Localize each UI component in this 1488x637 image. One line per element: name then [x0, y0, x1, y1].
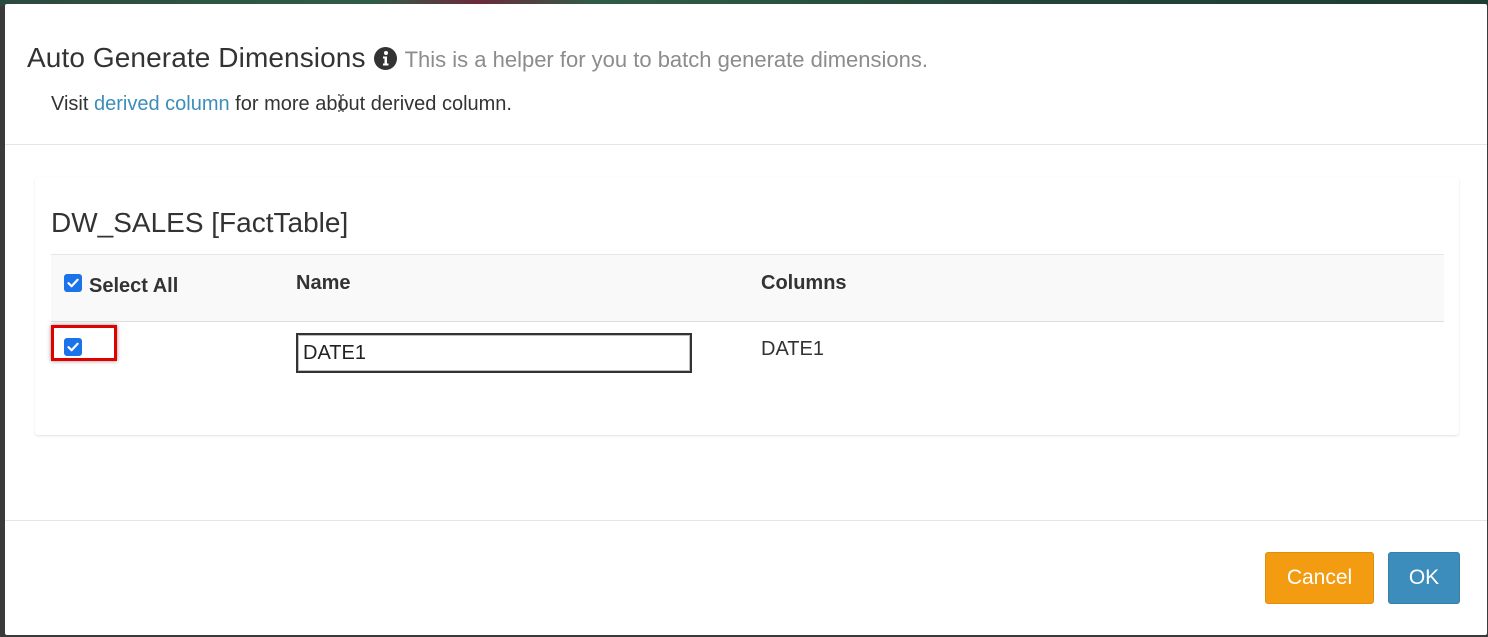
text-cursor-icon: [338, 94, 344, 112]
highlight-box: [51, 325, 117, 361]
help-text-suffix: for more about derived column.: [235, 93, 512, 115]
help-text: Visit derived column for more about deri…: [51, 93, 512, 116]
check-icon: [67, 342, 79, 352]
row-select-checkbox[interactable]: [64, 338, 82, 356]
table-row: DATE1: [51, 321, 1444, 381]
select-all-checkbox[interactable]: [64, 274, 82, 292]
derived-column-link[interactable]: derived column: [94, 93, 230, 115]
help-text-prefix: Visit: [51, 93, 89, 115]
fact-table-box: DW_SALES [FactTable] Select All Name Col…: [35, 177, 1459, 435]
dialog-footer: Cancel OK: [5, 520, 1487, 636]
column-header-name: Name: [296, 272, 351, 294]
auto-generate-dimensions-dialog: Auto Generate Dimensions This is a helpe…: [5, 4, 1487, 635]
row-columns-value: DATE1: [761, 338, 824, 360]
check-icon: [67, 278, 79, 288]
select-all-label: Select All: [89, 275, 179, 297]
info-circle-icon[interactable]: [373, 47, 397, 70]
title-row: Auto Generate Dimensions This is a helpe…: [27, 42, 928, 74]
fact-table-title: DW_SALES [FactTable]: [51, 207, 349, 238]
dialog-body: DW_SALES [FactTable] Select All Name Col…: [5, 145, 1487, 520]
cancel-button[interactable]: Cancel: [1265, 552, 1374, 604]
dialog-subtitle: This is a helper for you to batch genera…: [404, 47, 928, 72]
dialog-title: Auto Generate Dimensions: [27, 42, 366, 73]
ok-button[interactable]: OK: [1388, 552, 1460, 604]
dialog-header: Auto Generate Dimensions This is a helpe…: [5, 4, 1487, 145]
column-header-columns: Columns: [761, 272, 847, 294]
table-header: Select All Name Columns: [51, 254, 1444, 322]
dimension-name-input[interactable]: [296, 333, 692, 373]
